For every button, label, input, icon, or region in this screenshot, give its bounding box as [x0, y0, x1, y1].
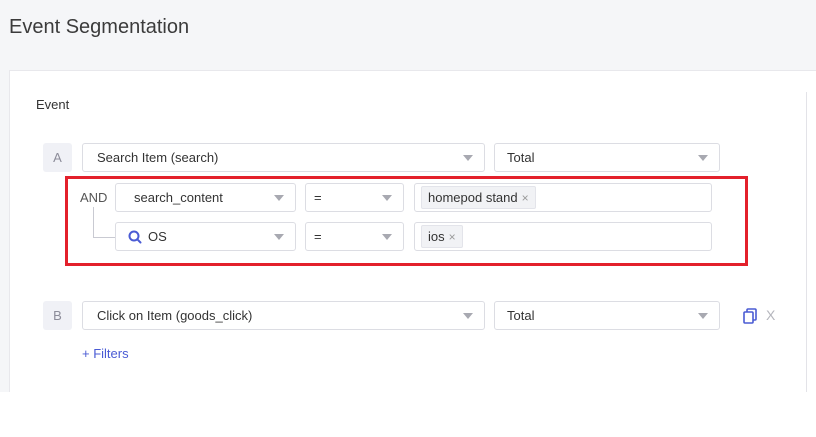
- event-b-measure-select[interactable]: Total: [494, 301, 720, 330]
- chevron-down-icon: [463, 313, 473, 319]
- event-b-badge: B: [43, 301, 72, 330]
- chevron-down-icon: [698, 155, 708, 161]
- delete-event-b-button[interactable]: X: [766, 307, 775, 323]
- event-a-measure-select[interactable]: Total: [494, 143, 720, 172]
- event-a-measure-value: Total: [507, 150, 535, 165]
- copy-icon[interactable]: [743, 308, 757, 324]
- chevron-down-icon: [698, 313, 708, 319]
- panel-divider: [806, 92, 807, 392]
- add-filters-button[interactable]: + Filters: [82, 346, 129, 361]
- event-b-select-value: Click on Item (goods_click): [97, 308, 253, 323]
- header-bar: Event Segmentation: [0, 0, 816, 70]
- highlight-box: [65, 176, 748, 266]
- event-a-select-value: Search Item (search): [97, 150, 219, 165]
- page-title: Event Segmentation: [9, 16, 190, 38]
- event-a-select[interactable]: Search Item (search): [82, 143, 485, 172]
- event-b-measure-value: Total: [507, 308, 535, 323]
- event-a-badge: A: [43, 143, 72, 172]
- chevron-down-icon: [463, 155, 473, 161]
- event-section-label: Event: [36, 97, 70, 112]
- event-b-select[interactable]: Click on Item (goods_click): [82, 301, 485, 330]
